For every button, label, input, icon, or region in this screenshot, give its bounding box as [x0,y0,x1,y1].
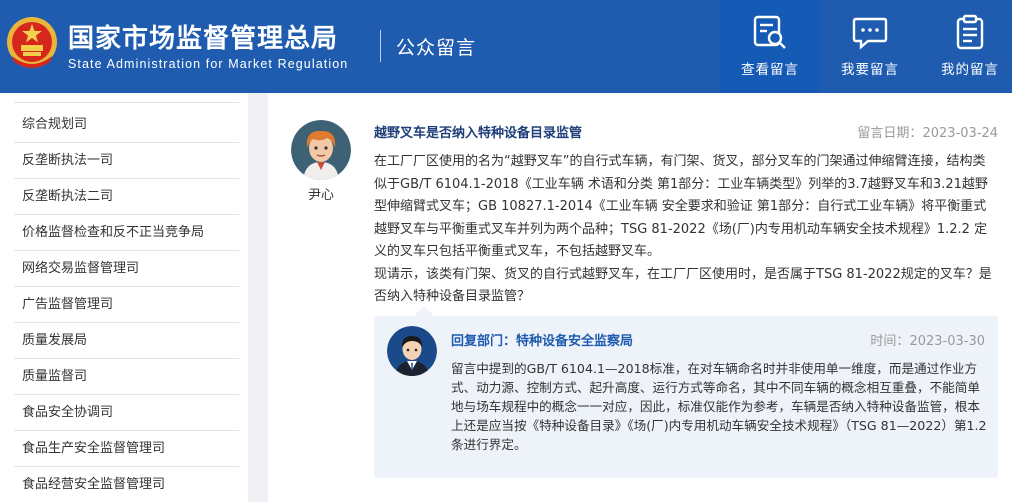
nav-label: 我要留言 [841,62,899,78]
sidebar-item[interactable]: 网络交易监督管理司 [14,251,239,287]
reply-date: 时间：2023-03-30 [870,334,985,349]
clipboard-list-icon [956,14,984,50]
sidebar-item-partial[interactable] [14,93,239,103]
reply-body: 留言中提到的GB/T 6104.1—2018标准，在对车辆命名时并非使用单一维度… [451,361,987,452]
sidebar-item[interactable]: 食品生产安全监督管理司 [14,431,239,467]
nav-my-messages[interactable]: 我的留言 [920,0,1012,93]
sidebar-item[interactable]: 综合规划司 [14,107,239,143]
author-name: 尹心 [307,188,334,203]
site-title: 国家市场监督管理总局 [68,24,339,54]
official-avatar [387,326,437,376]
nav-view-messages[interactable]: 查看留言 [720,0,820,93]
sidebar-item[interactable]: 质量监督司 [14,359,239,395]
sidebar-item[interactable]: 反垄断执法一司 [14,143,239,179]
nav-post-message[interactable]: 我要留言 [820,0,920,93]
header-divider [380,30,381,62]
sidebar-item[interactable]: 反垄断执法二司 [14,179,239,215]
sidebar-item[interactable]: 食品经营安全监督管理司 [14,467,239,502]
search-document-icon [753,15,786,49]
sidebar-item[interactable]: 价格监督检查和反不正当竞争局 [14,215,239,251]
nav-label: 查看留言 [741,62,799,78]
section-title: 公众留言 [396,37,477,59]
sidebar-item[interactable]: 质量发展局 [14,323,239,359]
reply-department: 回复部门：特种设备安全监察局 [451,334,634,349]
chat-bubble-icon [852,17,888,50]
message-body: 在工厂厂区使用的名为“越野叉车”的自行式车辆，有门架、货叉，部分叉车的门架通过伸… [374,151,998,309]
department-sidebar: 综合规划司 反垄断执法一司 反垄断执法二司 价格监督检查和反不正当竞争局 网络交… [0,93,248,502]
national-emblem-icon [7,17,57,68]
sidebar-item[interactable]: 广告监督管理司 [14,287,239,323]
site-title-en: State Administration for Market Regulati… [68,57,349,71]
user-avatar [291,120,351,180]
message-paragraph: 现请示，该类有门架、货叉的自行式越野叉车，在工厂厂区使用时，是否属于TSG 81… [374,266,992,305]
site-header: 国家市场监督管理总局 State Administration for Mark… [0,0,1012,93]
message-title: 越野叉车是否纳入特种设备目录监管 [374,126,583,141]
nav-label: 我的留言 [941,62,999,78]
sidebar-item[interactable]: 食品安全协调司 [14,395,239,431]
message-date: 留言日期：2023-03-24 [857,126,998,141]
message-paragraph: 在工厂厂区使用的名为“越野叉车”的自行式车辆，有门架、货叉，部分叉车的门架通过伸… [374,154,988,259]
